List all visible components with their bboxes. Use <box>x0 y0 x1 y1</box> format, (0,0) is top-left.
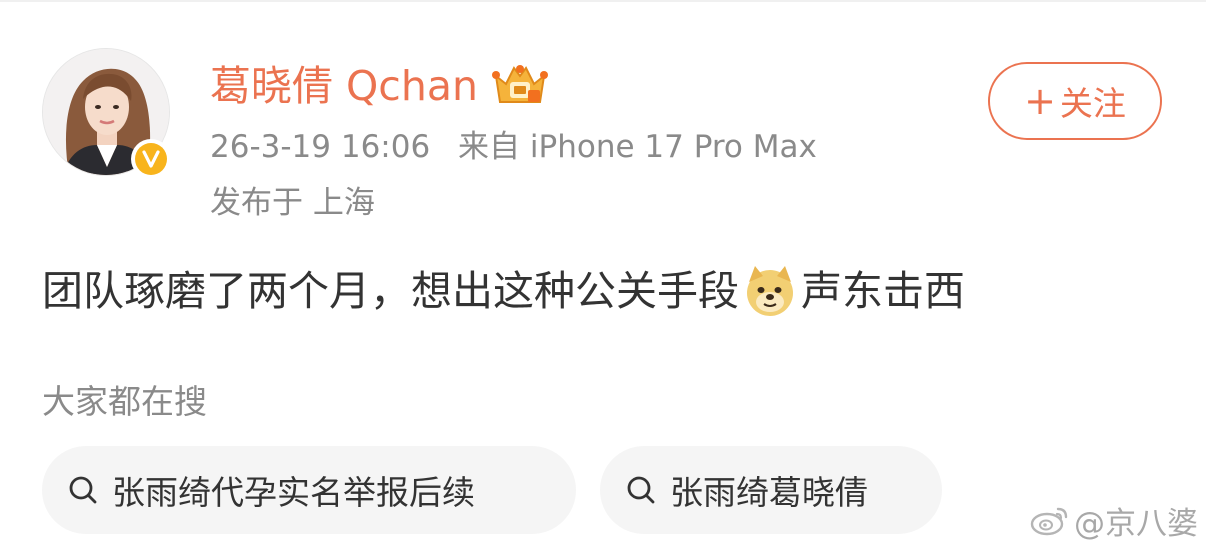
verified-v-icon <box>142 150 160 168</box>
search-icon <box>69 476 97 504</box>
search-chip-label: 张雨绮代孕实名举报后续 <box>112 473 475 512</box>
verified-badge <box>131 139 171 179</box>
search-chip-label: 张雨绮葛晓倩 <box>670 473 868 512</box>
author-name[interactable]: 葛晓倩 Qchan <box>210 60 478 112</box>
watermark: @京八婆 <box>1030 498 1198 542</box>
plus-icon: + <box>1024 79 1056 123</box>
crown-icon[interactable] <box>490 62 550 108</box>
post-timestamp[interactable]: 26-3-19 16:06 <box>210 129 430 165</box>
watermark-text: @京八婆 <box>1074 505 1198 542</box>
post-source: 来自 iPhone 17 Pro Max <box>458 129 817 165</box>
follow-label: 关注 <box>1059 84 1126 123</box>
search-chip[interactable]: 张雨绮葛晓倩 <box>600 446 942 534</box>
doge-emoji-icon <box>743 264 797 318</box>
post-text-before: 团队琢磨了两个月，想出这种公关手段 <box>42 267 739 315</box>
search-chip[interactable]: 张雨绮代孕实名举报后续 <box>42 446 576 534</box>
post-content: 团队琢磨了两个月，想出这种公关手段 声东击西 <box>42 262 965 320</box>
trending-search-title: 大家都在搜 <box>42 382 207 421</box>
post-meta: 26-3-19 16:06 来自 iPhone 17 Pro Max <box>210 125 817 169</box>
search-icon <box>627 476 655 504</box>
post-location: 发布于 上海 <box>210 185 375 221</box>
post-text-after: 声东击西 <box>801 267 965 315</box>
weibo-logo-icon <box>1030 507 1068 536</box>
top-divider <box>0 0 1206 2</box>
follow-button[interactable]: + 关注 <box>988 62 1162 140</box>
